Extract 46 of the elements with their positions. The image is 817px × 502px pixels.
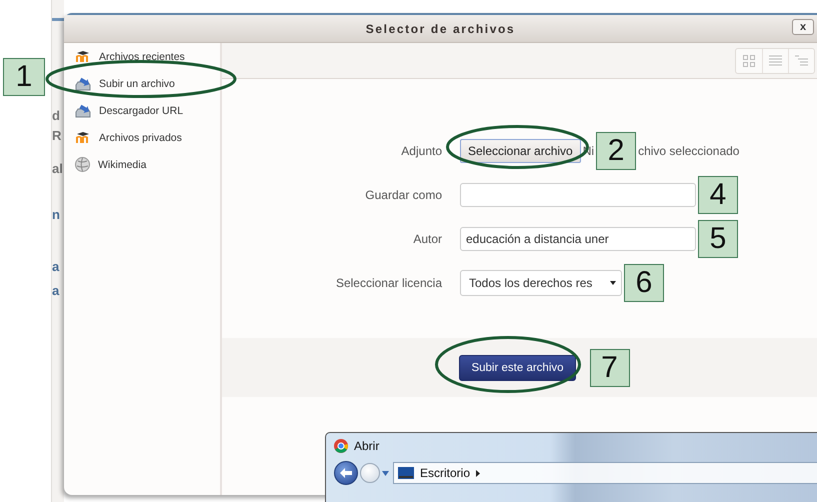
- file-status: chivo seleccionado: [638, 144, 740, 158]
- sidebar-item[interactable]: Archivos recientes: [64, 43, 220, 70]
- window-title: Abrir: [354, 439, 380, 453]
- caret-icon: [610, 281, 616, 285]
- callout-number: 5: [698, 220, 738, 258]
- field-label: Seleccionar licencia: [334, 276, 442, 290]
- upload-icon: [75, 76, 91, 90]
- callout-number: 7: [590, 348, 630, 386]
- choose-file-button[interactable]: Seleccionar archivo: [460, 139, 581, 163]
- logo-icon: [75, 132, 91, 143]
- caret-icon: [382, 470, 389, 476]
- address-bar[interactable]: Escritorio: [393, 462, 817, 484]
- sidebar-item[interactable]: Wikimedia: [64, 151, 220, 178]
- license-dropdown[interactable]: Todos los derechos res: [460, 270, 622, 296]
- list-icon: [769, 55, 782, 66]
- callout-number: 1: [3, 58, 45, 96]
- chevron-icon: [476, 470, 480, 476]
- callout-number: 4: [698, 176, 738, 214]
- callout-number: 2: [596, 132, 636, 170]
- grid-icon: [743, 54, 755, 66]
- upload-icon: [75, 104, 91, 118]
- back-arrow-icon: [340, 468, 352, 478]
- tree-list-icon: [795, 55, 808, 66]
- callout-number: 6: [624, 264, 664, 302]
- dialog-title: Selector de archivos: [366, 22, 516, 36]
- background-text: a: [52, 258, 60, 276]
- field-label: Autor: [412, 232, 442, 246]
- background-text: d: [52, 107, 61, 125]
- background-text: n: [52, 206, 61, 224]
- sidebar-item[interactable]: Descargador URL: [64, 97, 220, 124]
- field-label: Guardar como: [364, 188, 442, 202]
- upload-button[interactable]: Subir este archivo: [459, 354, 576, 380]
- globe-icon: [75, 157, 90, 172]
- field-label: Adjunto: [400, 144, 442, 158]
- desktop-icon: [398, 467, 414, 479]
- background-text: al: [52, 160, 64, 178]
- text-field[interactable]: [460, 183, 696, 207]
- logo-icon: [75, 51, 91, 62]
- sidebar-item[interactable]: Archivos privados: [64, 124, 220, 151]
- background-text: a: [52, 282, 60, 300]
- browser-logo-icon: [334, 439, 348, 453]
- background-text: R: [52, 127, 62, 145]
- close-button[interactable]: x: [792, 19, 814, 35]
- path-text: Escritorio: [420, 466, 470, 480]
- text-field[interactable]: educación a distancia uner: [460, 227, 696, 251]
- back-button[interactable]: [334, 461, 358, 485]
